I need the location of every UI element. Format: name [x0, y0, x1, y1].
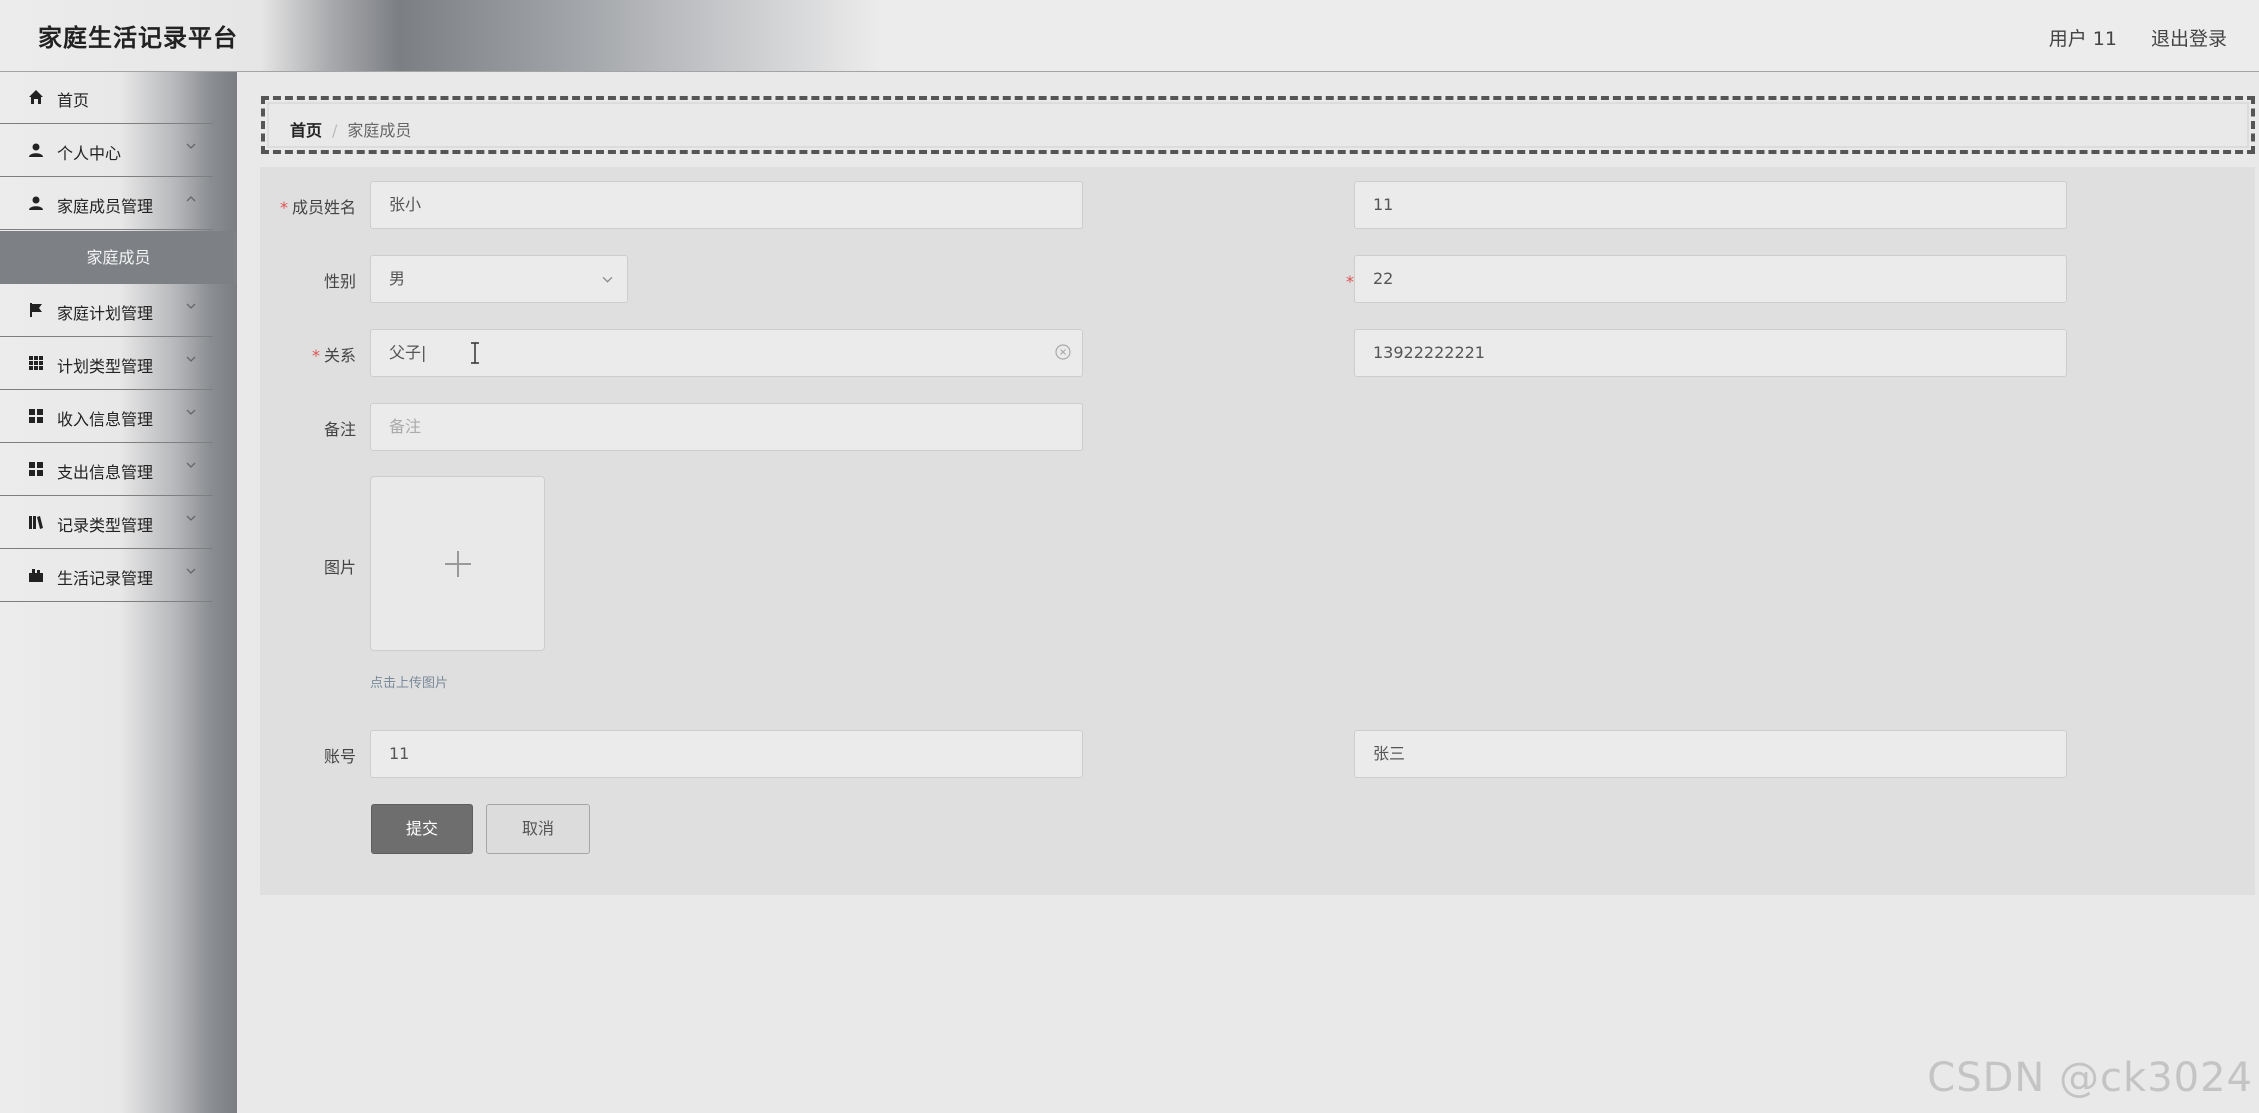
sidebar-item-label: 计划类型管理: [57, 357, 154, 376]
user-icon: [28, 142, 44, 158]
sidebar-item-family-members[interactable]: 家庭成员管理: [0, 178, 213, 230]
sidebar-item-record-type[interactable]: 记录类型管理: [0, 497, 213, 549]
submit-button[interactable]: 提交: [371, 804, 473, 854]
text-cursor-icon: [471, 342, 479, 364]
gender-select[interactable]: 男: [370, 255, 628, 303]
name-input[interactable]: 张三: [1354, 730, 2067, 778]
chevron-down-icon: [186, 303, 196, 309]
sidebar-item-expense[interactable]: 支出信息管理: [0, 444, 213, 496]
sidebar-item-label: 个人中心: [57, 144, 122, 163]
briefcase-icon: [28, 567, 44, 583]
relation-label: * 关系: [311, 346, 356, 365]
breadcrumb: 首页 / 家庭成员: [290, 117, 411, 141]
remark-input[interactable]: 备注: [370, 403, 1083, 451]
gender-label: 性别: [323, 272, 356, 291]
chevron-down-icon: [186, 515, 196, 521]
required-mark: *: [311, 346, 320, 365]
relation-input[interactable]: 父子|: [370, 329, 1083, 377]
relation-input-value: 父子|: [389, 343, 427, 362]
clear-icon[interactable]: [1054, 343, 1072, 361]
home-icon: [28, 89, 44, 105]
cancel-button[interactable]: 取消: [486, 804, 590, 854]
app-title: 家庭生活记录平台: [38, 24, 238, 52]
age-input[interactable]: 22: [1354, 255, 2067, 303]
sidebar-item-life-record[interactable]: 生活记录管理: [0, 550, 213, 602]
logout-link[interactable]: 退出登录: [2151, 28, 2227, 50]
required-mark: *: [1345, 272, 1354, 291]
breadcrumb-separator: /: [332, 121, 338, 140]
upload-hint: 点击上传图片: [370, 676, 449, 691]
chevron-down-icon: [602, 276, 613, 283]
sidebar-item-home[interactable]: 首页: [0, 72, 213, 124]
password-input[interactable]: 11: [1354, 181, 2067, 229]
breadcrumb-bar: 首页 / 家庭成员: [261, 96, 2255, 154]
books-icon: [28, 514, 44, 530]
account-label: 账号: [323, 747, 356, 766]
sidebar-item-label: 家庭计划管理: [57, 304, 154, 323]
sidebar: 首页 个人中心 家庭成员管理 家庭成员 家庭计划管理 计划类型管理 收入信息管理…: [0, 72, 237, 1113]
chevron-down-icon: [186, 356, 196, 362]
sidebar-item-label: 生活记录管理: [57, 569, 154, 588]
watermark: CSDN @ck3024: [1927, 1055, 2253, 1101]
current-user: 用户 11: [2048, 28, 2117, 50]
chevron-down-icon: [186, 462, 196, 468]
sidebar-item-personal-center[interactable]: 个人中心: [0, 125, 213, 177]
grid-icon: [28, 355, 44, 371]
member-form: *成员姓名 张小 密码 11 性别 男 *年龄 22 *关系 父子| 手机 13…: [260, 167, 2255, 895]
grid-icon: [28, 461, 44, 477]
sidebar-item-income[interactable]: 收入信息管理: [0, 391, 213, 443]
sidebar-item-plan-type[interactable]: 计划类型管理: [0, 338, 213, 390]
required-mark: *: [279, 198, 288, 217]
top-header: 家庭生活记录平台 用户 11 退出登录: [0, 0, 2259, 72]
chevron-up-icon: [186, 196, 196, 202]
flag-icon: [28, 302, 44, 318]
chevron-down-icon: [186, 143, 196, 149]
sidebar-item-family-plan[interactable]: 家庭计划管理: [0, 285, 213, 337]
image-label: 图片: [323, 558, 356, 577]
member-name-input[interactable]: 张小: [370, 181, 1083, 229]
sidebar-item-label: 首页: [57, 91, 90, 110]
user-icon: [28, 195, 44, 211]
sidebar-item-label: 记录类型管理: [57, 516, 154, 535]
sidebar-item-label: 收入信息管理: [57, 410, 154, 429]
sidebar-item-label: 支出信息管理: [57, 463, 154, 482]
account-input[interactable]: 11: [370, 730, 1083, 778]
remark-label: 备注: [323, 420, 356, 439]
plus-icon: [445, 551, 471, 577]
member-name-label: * 成员姓名: [279, 198, 356, 217]
image-upload-box[interactable]: [370, 476, 545, 651]
user-area: 用户 11 退出登录: [2021, 24, 2227, 51]
phone-input[interactable]: 13922222221: [1354, 329, 2067, 377]
sidebar-item-label: 家庭成员管理: [57, 197, 154, 216]
breadcrumb-home[interactable]: 首页: [290, 121, 322, 140]
breadcrumb-current: 家庭成员: [347, 121, 412, 140]
chevron-down-icon: [186, 568, 196, 574]
gender-select-value: 男: [389, 269, 406, 288]
chevron-down-icon: [186, 409, 196, 415]
grid-icon: [28, 408, 44, 424]
sidebar-subitem-family-member[interactable]: 家庭成员: [0, 231, 237, 284]
